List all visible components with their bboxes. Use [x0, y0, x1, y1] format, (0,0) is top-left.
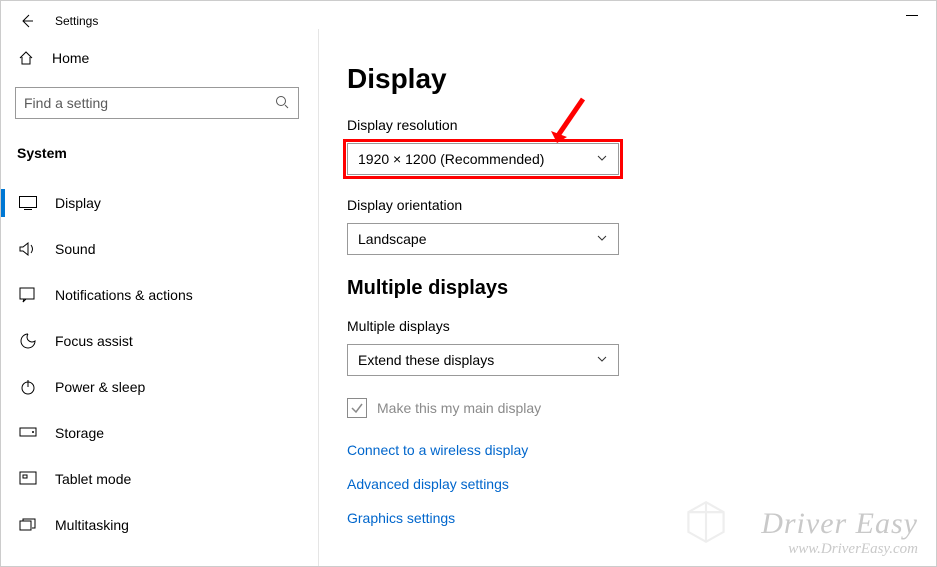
orientation-label: Display orientation [347, 197, 908, 213]
check-icon [350, 401, 364, 415]
multiple-displays-value: Extend these displays [358, 352, 494, 368]
link-advanced-display[interactable]: Advanced display settings [347, 476, 908, 492]
orientation-dropdown[interactable]: Landscape [347, 223, 619, 255]
link-graphics-settings[interactable]: Graphics settings [347, 510, 908, 526]
sidebar-item-focus-assist[interactable]: Focus assist [15, 321, 305, 361]
chevron-down-icon [596, 151, 608, 167]
multiple-displays-dropdown[interactable]: Extend these displays [347, 344, 619, 376]
multiple-displays-label: Multiple displays [347, 318, 908, 334]
home-label: Home [52, 50, 89, 66]
resolution-value: 1920 × 1200 (Recommended) [358, 151, 544, 167]
sidebar-item-display[interactable]: Display [15, 183, 305, 223]
display-icon [19, 196, 37, 210]
tablet-icon [19, 471, 37, 487]
resolution-dropdown[interactable]: 1920 × 1200 (Recommended) [347, 143, 619, 175]
main-display-checkbox [347, 398, 367, 418]
nav-label: Power & sleep [55, 379, 145, 395]
nav-label: Sound [55, 241, 95, 257]
notifications-icon [19, 287, 37, 303]
nav-label: Focus assist [55, 333, 133, 349]
nav-label: Multitasking [55, 517, 129, 533]
window-title: Settings [55, 14, 98, 28]
link-connect-wireless[interactable]: Connect to a wireless display [347, 442, 908, 458]
focus-assist-icon [19, 332, 37, 350]
sidebar-item-sound[interactable]: Sound [15, 229, 305, 269]
resolution-label: Display resolution [347, 117, 908, 133]
annotation-arrow-icon [549, 95, 589, 145]
storage-icon [19, 427, 37, 439]
watermark-url: www.DriverEasy.com [761, 541, 918, 558]
chevron-down-icon [596, 231, 608, 247]
sidebar-item-notifications[interactable]: Notifications & actions [15, 275, 305, 315]
nav-label: Display [55, 195, 101, 211]
sidebar: Home Find a setting System Display Sound… [1, 41, 319, 566]
watermark-logo-icon [684, 500, 728, 544]
home-icon [18, 50, 34, 66]
arrow-left-icon [19, 13, 35, 29]
multiple-displays-heading: Multiple displays [347, 277, 908, 300]
orientation-value: Landscape [358, 231, 427, 247]
main-display-checkbox-row: Make this my main display [347, 398, 908, 418]
minimize-button[interactable] [906, 15, 918, 16]
sidebar-item-power-sleep[interactable]: Power & sleep [15, 367, 305, 407]
sidebar-item-multitasking[interactable]: Multitasking [15, 505, 305, 545]
nav-label: Storage [55, 425, 104, 441]
titlebar: Settings [1, 1, 936, 41]
chevron-down-icon [596, 352, 608, 368]
page-title: Display [347, 63, 908, 95]
search-placeholder: Find a setting [24, 95, 108, 111]
sound-icon [19, 241, 37, 257]
main-display-checkbox-label: Make this my main display [377, 400, 541, 416]
nav-label: Notifications & actions [55, 287, 193, 303]
sidebar-section-label: System [15, 145, 305, 161]
nav-label: Tablet mode [55, 471, 131, 487]
back-button[interactable] [17, 13, 37, 29]
home-nav[interactable]: Home [15, 41, 305, 75]
search-icon [274, 94, 290, 113]
power-icon [19, 378, 37, 396]
search-input[interactable]: Find a setting [15, 87, 299, 119]
nav-list: Display Sound Notifications & actions Fo… [15, 183, 305, 545]
sidebar-item-tablet-mode[interactable]: Tablet mode [15, 459, 305, 499]
content-pane: Display Display resolution 1920 × 1200 (… [319, 41, 936, 566]
sidebar-item-storage[interactable]: Storage [15, 413, 305, 453]
multitasking-icon [19, 518, 37, 532]
